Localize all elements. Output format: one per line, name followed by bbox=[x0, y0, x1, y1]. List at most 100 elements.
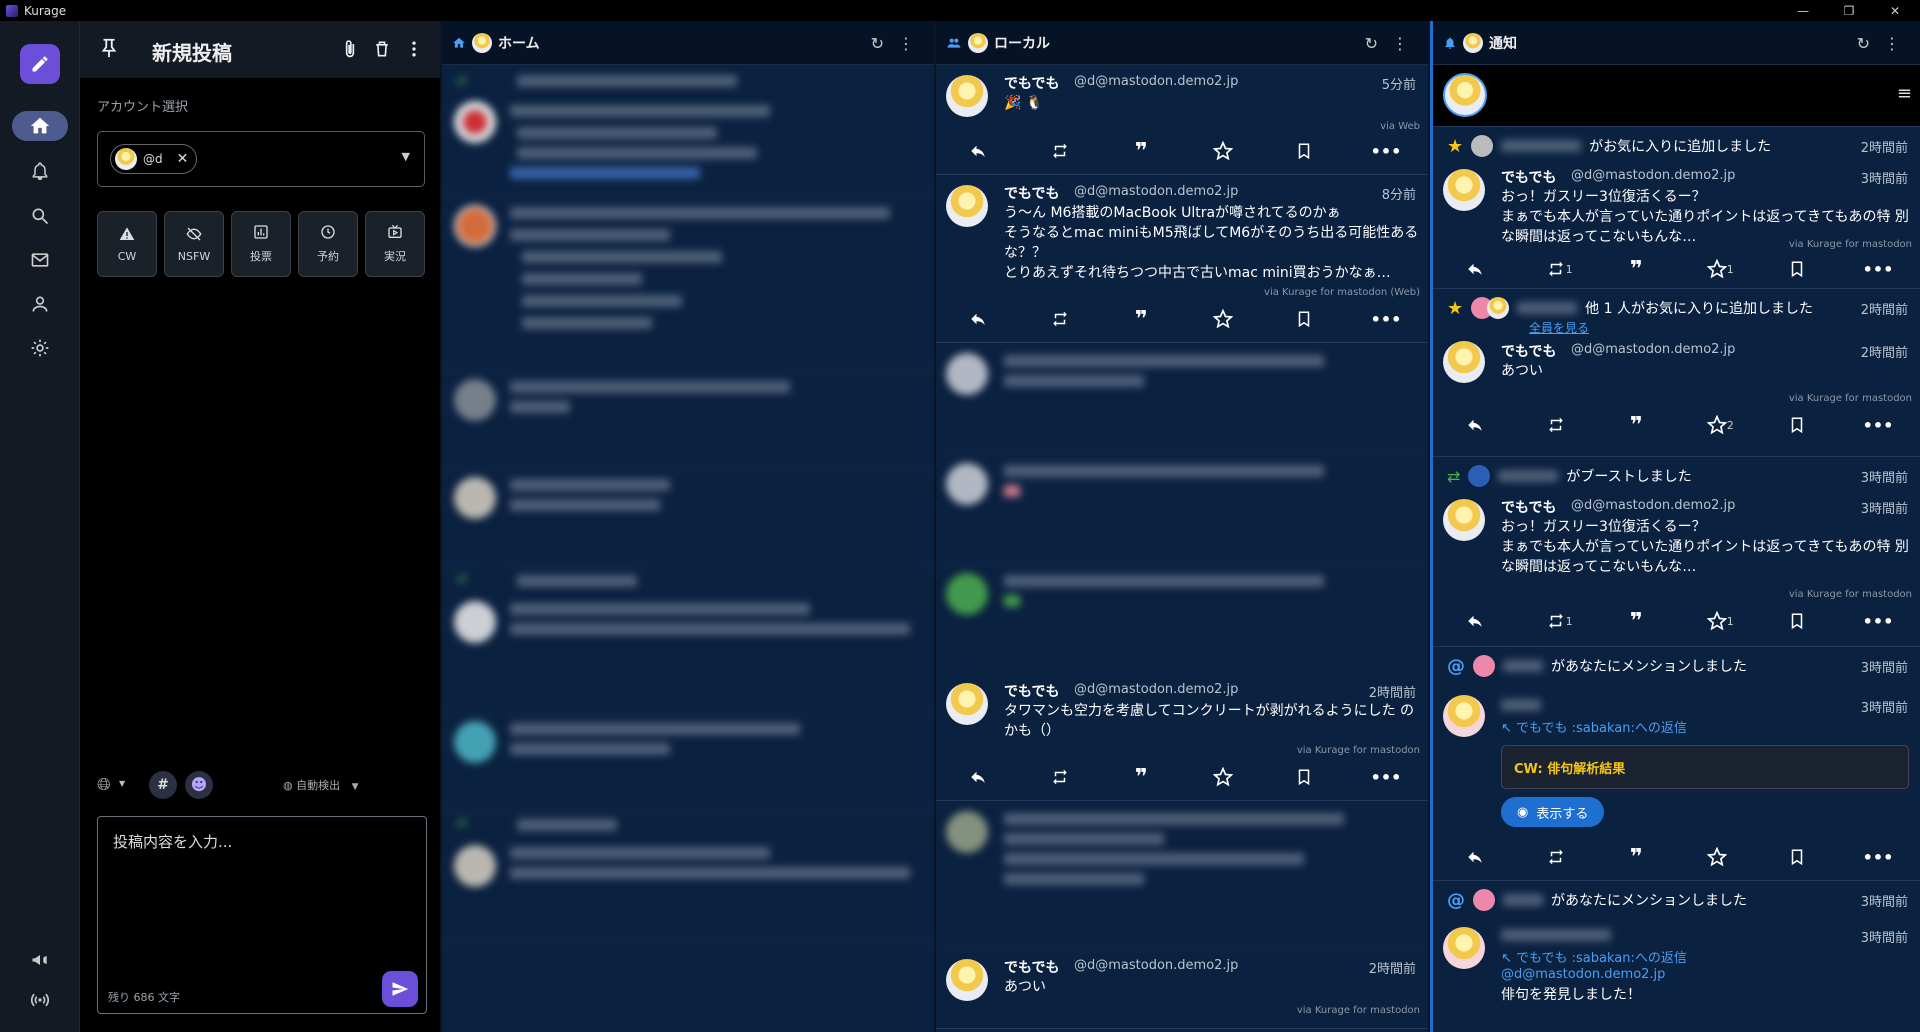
pin-icon[interactable] bbox=[98, 37, 120, 59]
list-item[interactable] bbox=[936, 453, 1428, 563]
quote-button[interactable]: ❞ bbox=[1127, 139, 1155, 164]
list-item[interactable] bbox=[936, 563, 1428, 673]
favourite-button[interactable]: 1 bbox=[1703, 609, 1734, 633]
post-time[interactable]: 3時間前 bbox=[1861, 927, 1908, 946]
list-item[interactable] bbox=[936, 343, 1428, 453]
notification-item[interactable]: @ があなたにメンションしました 3時間前 3時間前 ↖ でもでも :sabak… bbox=[1433, 647, 1920, 881]
more-vertical-icon[interactable]: ⋮ bbox=[1392, 34, 1408, 53]
bookmark-button[interactable] bbox=[1290, 765, 1318, 789]
avatar[interactable] bbox=[946, 959, 988, 1001]
boost-button[interactable]: 1 bbox=[1542, 257, 1573, 281]
filter-icon[interactable]: ≡ bbox=[1897, 83, 1912, 104]
display-name[interactable]: でもでも bbox=[1501, 167, 1556, 187]
avatar[interactable] bbox=[1473, 889, 1495, 911]
quote-button[interactable]: ❞ bbox=[1622, 609, 1650, 634]
quote-button[interactable]: ❞ bbox=[1127, 307, 1155, 332]
more-button[interactable]: ••• bbox=[1371, 765, 1402, 789]
bookmark-button[interactable] bbox=[1783, 257, 1811, 281]
avatar[interactable] bbox=[1443, 169, 1485, 211]
avatar[interactable] bbox=[1468, 465, 1491, 487]
notification-item[interactable]: ⇄ がブーストしました 3時間前 でもでも @d@mastodon.demo2.… bbox=[1433, 457, 1920, 647]
post-time[interactable]: 3時間前 bbox=[1861, 498, 1908, 517]
account-handle[interactable]: @d@mastodon.demo2.jp bbox=[1571, 498, 1735, 513]
bookmark-button[interactable] bbox=[1783, 413, 1811, 437]
nav-home[interactable] bbox=[12, 111, 68, 141]
attach-icon[interactable] bbox=[340, 38, 360, 60]
favourite-button[interactable] bbox=[1209, 307, 1237, 331]
reply-context[interactable]: ↖ でもでも :sabakan:への返信 bbox=[1501, 717, 1687, 736]
favourite-button[interactable] bbox=[1209, 765, 1237, 789]
chevron-down-icon[interactable]: ▼ bbox=[402, 150, 410, 163]
compose-button[interactable] bbox=[20, 44, 60, 84]
list-item[interactable] bbox=[442, 371, 934, 469]
poll-button[interactable]: 投票 bbox=[231, 211, 291, 277]
avatar[interactable] bbox=[946, 683, 988, 725]
list-item[interactable]: でもでも @d@mastodon.demo2.jp 5分前 🎉 🐧 via We… bbox=[936, 65, 1428, 175]
avatar[interactable] bbox=[1443, 927, 1485, 969]
account-chip[interactable]: @d ✕ bbox=[110, 144, 198, 174]
nsfw-button[interactable]: NSFW bbox=[164, 211, 224, 277]
quote-button[interactable]: ❞ bbox=[1622, 845, 1650, 870]
avatar[interactable] bbox=[1487, 297, 1510, 319]
list-item[interactable] bbox=[442, 713, 934, 811]
schedule-button[interactable]: 予約 bbox=[298, 211, 358, 277]
display-name[interactable]: でもでも bbox=[1004, 183, 1059, 203]
chevron-down-icon[interactable]: ▼ bbox=[119, 779, 125, 788]
bookmark-button[interactable] bbox=[1290, 139, 1318, 163]
reply-button[interactable] bbox=[1461, 845, 1489, 869]
display-name[interactable]: でもでも bbox=[1004, 73, 1059, 93]
avatar[interactable] bbox=[1443, 73, 1487, 117]
nav-settings[interactable] bbox=[12, 333, 68, 363]
list-item[interactable] bbox=[442, 195, 934, 371]
boost-button[interactable] bbox=[1046, 139, 1074, 163]
list-item[interactable]: ⇄ bbox=[442, 811, 934, 941]
display-name[interactable]: でもでも bbox=[1004, 957, 1059, 977]
reply-button[interactable] bbox=[1461, 609, 1489, 633]
mention-link[interactable]: @d@mastodon.demo2.jp bbox=[1501, 967, 1665, 982]
bookmark-button[interactable] bbox=[1783, 609, 1811, 633]
show-content-button[interactable]: ◉ 表示する bbox=[1501, 797, 1605, 827]
avatar[interactable] bbox=[1443, 499, 1485, 541]
trash-icon[interactable] bbox=[372, 38, 392, 60]
more-vertical-icon[interactable]: ⋮ bbox=[1884, 34, 1900, 53]
account-handle[interactable]: @d@mastodon.demo2.jp bbox=[1571, 168, 1735, 183]
avatar[interactable] bbox=[1471, 135, 1494, 157]
nav-profile[interactable] bbox=[12, 289, 68, 319]
post-time[interactable]: 2時間前 bbox=[1369, 682, 1416, 701]
list-item[interactable] bbox=[442, 469, 934, 567]
post-time[interactable]: 8分前 bbox=[1382, 184, 1416, 203]
quote-button[interactable]: ❞ bbox=[1622, 413, 1650, 438]
account-handle[interactable]: @d@mastodon.demo2.jp bbox=[1074, 682, 1238, 697]
more-button[interactable]: ••• bbox=[1863, 609, 1894, 633]
post-time[interactable]: 3時間前 bbox=[1861, 697, 1908, 716]
list-item[interactable]: ⇄ bbox=[442, 65, 934, 195]
boost-button[interactable] bbox=[1542, 845, 1570, 869]
cw-button[interactable]: CW bbox=[97, 211, 157, 277]
notification-item[interactable]: @ があなたにメンションしました 3時間前 3時間前 ↖ でもでも :sabak… bbox=[1433, 881, 1920, 1011]
list-item[interactable] bbox=[936, 801, 1428, 949]
reply-button[interactable] bbox=[964, 307, 992, 331]
more-button[interactable]: ••• bbox=[1371, 307, 1402, 331]
avatar[interactable] bbox=[1443, 341, 1485, 383]
post-time[interactable]: 3時間前 bbox=[1861, 168, 1908, 187]
bookmark-button[interactable] bbox=[1783, 845, 1811, 869]
nav-notifications[interactable] bbox=[12, 156, 68, 186]
reply-button[interactable] bbox=[1461, 257, 1489, 281]
see-all-link[interactable]: 全員を見る bbox=[1529, 319, 1589, 336]
notification-item[interactable]: ★ 他 1 人がお気に入りに追加しました 全員を見る 2時間前 でもでも @d@… bbox=[1433, 289, 1920, 457]
account-handle[interactable]: @d@mastodon.demo2.jp bbox=[1571, 342, 1735, 357]
live-button[interactable]: 実況 bbox=[365, 211, 425, 277]
favourite-button[interactable]: 2 bbox=[1703, 413, 1734, 437]
more-button[interactable]: ••• bbox=[1863, 413, 1894, 437]
nav-streaming[interactable] bbox=[12, 985, 68, 1015]
reply-context[interactable]: ↖ でもでも :sabakan:への返信 bbox=[1501, 947, 1687, 966]
avatar[interactable] bbox=[1443, 695, 1485, 737]
nav-messages[interactable] bbox=[12, 245, 68, 275]
hashtag-button[interactable]: # bbox=[149, 771, 177, 799]
boost-button[interactable] bbox=[1542, 413, 1570, 437]
post-textarea[interactable]: 投稿内容を入力... 残り 686 文字 bbox=[97, 816, 427, 1014]
restore-button[interactable]: ❐ bbox=[1826, 0, 1872, 21]
nav-announcements[interactable] bbox=[12, 945, 68, 975]
bookmark-button[interactable] bbox=[1290, 307, 1318, 331]
language-select[interactable]: ◍ 自動検出 ▼ bbox=[283, 777, 359, 793]
